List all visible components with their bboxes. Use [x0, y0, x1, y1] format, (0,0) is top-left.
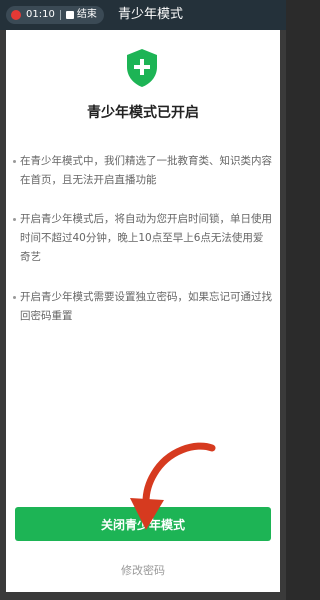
stop-record-button[interactable]: 结束: [77, 6, 97, 24]
record-time: 01:10: [26, 9, 55, 20]
record-dot-icon: [11, 10, 21, 20]
divider: [59, 10, 61, 20]
shield-plus-icon: [127, 49, 157, 87]
change-password-link[interactable]: 修改密码: [0, 562, 286, 578]
red-arrow-annotation: [130, 442, 216, 530]
top-bar: 01:10 结束 青少年模式: [0, 0, 286, 30]
page-title: 青少年模式: [118, 7, 184, 22]
info-item: 在青少年模式中，我们精选了一批教育类、知识类内容在首页，且无法开启直播功能: [13, 152, 272, 190]
screen-record-pill[interactable]: 01:10 结束: [6, 6, 104, 24]
bottom-edge: [0, 592, 286, 600]
info-item: 开启青少年模式需要设置独立密码，如果忘记可通过找回密码重置: [13, 288, 272, 326]
stop-icon[interactable]: [65, 11, 74, 19]
info-item: 开启青少年模式后，将自动为您开启时间锁，单日使用时间不超过40分钟，晚上10点至…: [13, 210, 272, 267]
mode-enabled-heading: 青少年模式已开启: [87, 105, 199, 121]
